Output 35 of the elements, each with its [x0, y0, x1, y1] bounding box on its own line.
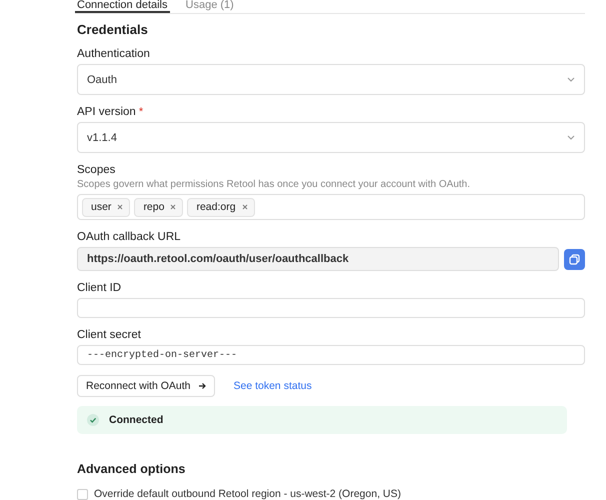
copy-icon [569, 254, 580, 264]
tag-label: user [91, 201, 112, 213]
field-label: API version [77, 106, 136, 118]
token-status-link[interactable]: See token status [233, 380, 312, 392]
remove-icon[interactable] [242, 204, 248, 210]
scopes-field[interactable]: user repo read:org [77, 194, 585, 220]
required-mark: * [138, 106, 144, 118]
field-label: Client ID [77, 282, 122, 294]
section-title: Credentials [77, 22, 149, 37]
field-label: Scopes [77, 164, 116, 176]
tab[interactable]: Usage (1) [184, 0, 236, 13]
tab[interactable]: Connection details [75, 0, 170, 13]
api-version-select[interactable]: v1.1.4 [77, 122, 585, 153]
checkbox[interactable] [77, 488, 88, 500]
field-label: OAuth callback URL [77, 231, 181, 243]
help-text: Scopes govern what permissions Retool has once you connect your account with OAuth. [77, 179, 471, 190]
remove-icon[interactable] [170, 204, 176, 210]
tag-label: read:org [196, 201, 236, 213]
checkbox-label: Override default outbound Retool region - us-west-2 (Oregon, US) [94, 488, 401, 500]
arrow-right-icon [198, 382, 206, 390]
section-title: Advanced options [77, 462, 186, 476]
copy-button[interactable] [564, 248, 585, 270]
status-text: Connected [109, 414, 164, 426]
authentication-select[interactable]: Oauth [77, 64, 585, 95]
client-id-field[interactable] [77, 298, 585, 318]
callback-url-field[interactable]: https://oauth.retool.com/oauth/user/oauthcallback [77, 247, 559, 271]
tag-label: repo [143, 201, 164, 213]
field-label: Client secret [77, 329, 141, 341]
chevron-down-icon [567, 77, 575, 82]
client-secret-field[interactable]: ---encrypted-on-server--- [77, 345, 585, 365]
field-label: Authentication [77, 48, 150, 60]
reconnect-button[interactable]: Reconnect with OAuth [77, 375, 216, 397]
chevron-down-icon [567, 135, 575, 140]
remove-icon[interactable] [117, 204, 124, 210]
check-circle-icon [87, 414, 99, 426]
